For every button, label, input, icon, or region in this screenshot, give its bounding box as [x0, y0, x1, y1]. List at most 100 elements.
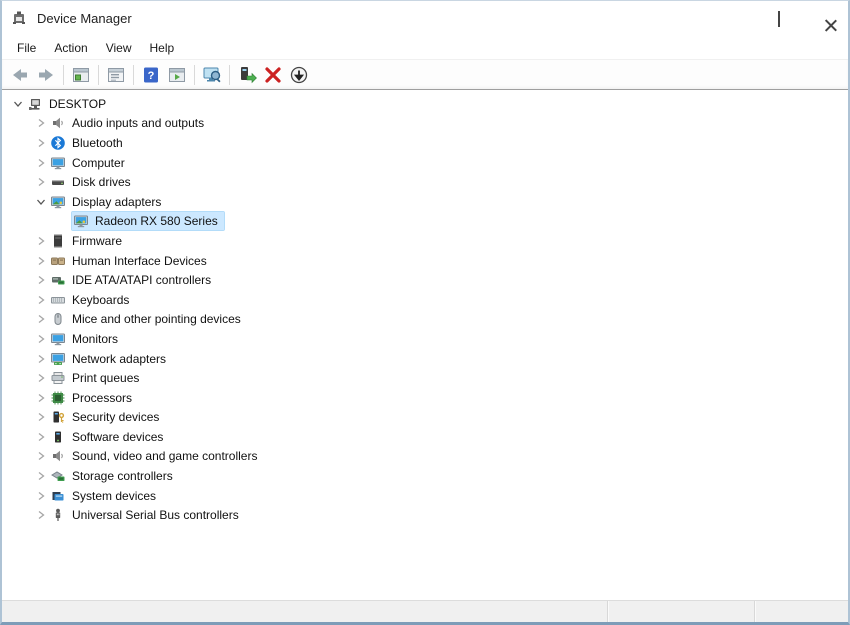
device-manager-window: Device Manager File Action View Help ? DESK… — [0, 0, 850, 625]
row-body[interactable]: Security devices — [49, 408, 165, 426]
row-body[interactable]: Software devices — [49, 428, 169, 446]
tree-item-network-adapters[interactable]: Network adapters — [2, 349, 848, 369]
row-body[interactable]: Mice and other pointing devices — [49, 310, 247, 328]
tree-item-universal-serial-bus-controllers[interactable]: Universal Serial Bus controllers — [2, 505, 848, 525]
chevron-right-icon[interactable] — [33, 311, 49, 327]
row-body[interactable]: IDE ATA/ATAPI controllers — [49, 271, 217, 289]
tree-item-keyboards[interactable]: Keyboards — [2, 290, 848, 310]
chevron-right-icon[interactable] — [33, 272, 49, 288]
close-button[interactable] — [802, 1, 848, 36]
firmware-chip-icon — [50, 233, 66, 249]
row-body[interactable]: Network adapters — [49, 350, 172, 368]
tree-item-sound-video-and-game-controllers[interactable]: Sound, video and game controllers — [2, 447, 848, 467]
back-button[interactable] — [7, 63, 33, 87]
row-body[interactable]: System devices — [49, 487, 162, 505]
tree-item-display-adapters[interactable]: Display adapters — [2, 192, 848, 212]
chevron-right-icon[interactable] — [33, 174, 49, 190]
tree-item-human-interface-devices[interactable]: Human Interface Devices — [2, 251, 848, 271]
menu-view[interactable]: View — [97, 38, 141, 58]
row-body[interactable]: Storage controllers — [49, 467, 179, 485]
chevron-right-icon[interactable] — [33, 448, 49, 464]
row-body[interactable]: Universal Serial Bus controllers — [49, 506, 245, 524]
status-segment-1 — [2, 601, 607, 622]
chevron-right-icon[interactable] — [33, 331, 49, 347]
tree-item-ide-ata-atapi-controllers[interactable]: IDE ATA/ATAPI controllers — [2, 270, 848, 290]
chevron-right-icon[interactable] — [33, 468, 49, 484]
row-body[interactable]: Audio inputs and outputs — [49, 114, 210, 132]
chevron-right-icon[interactable] — [33, 233, 49, 249]
scan-hardware-changes-button[interactable] — [199, 63, 225, 87]
status-segment-2 — [607, 601, 754, 622]
tree-item-monitors[interactable]: Monitors — [2, 329, 848, 349]
chevron-right-icon[interactable] — [33, 409, 49, 425]
tree-item-print-queues[interactable]: Print queues — [2, 368, 848, 388]
tree-item-storage-controllers[interactable]: Storage controllers — [2, 466, 848, 486]
tree-item-label: Universal Serial Bus controllers — [72, 508, 239, 523]
row-body[interactable]: Display adapters — [49, 193, 167, 211]
maximize-button[interactable] — [756, 1, 802, 36]
tree-item-processors[interactable]: Processors — [2, 388, 848, 408]
tree-item-system-devices[interactable]: System devices — [2, 486, 848, 506]
window-title: Device Manager — [37, 11, 132, 26]
show-action-pane-button[interactable] — [164, 63, 190, 87]
tree-item-disk-drives[interactable]: Disk drives — [2, 172, 848, 192]
toolbar-separator — [229, 64, 230, 85]
selected-row-body[interactable]: Radeon RX 580 Series — [71, 211, 225, 232]
row-body[interactable]: Monitors — [49, 330, 124, 348]
menu-action[interactable]: Action — [45, 38, 96, 58]
chevron-right-icon[interactable] — [33, 429, 49, 445]
row-body[interactable]: Human Interface Devices — [49, 252, 213, 270]
row-body[interactable]: Computer — [49, 154, 131, 172]
chevron-right-icon[interactable] — [33, 115, 49, 131]
chevron-right-icon[interactable] — [33, 351, 49, 367]
row-body[interactable]: Keyboards — [49, 291, 135, 309]
toolbar-separator — [63, 64, 64, 85]
chevron-down-icon[interactable] — [10, 96, 26, 112]
chevron-right-icon[interactable] — [33, 253, 49, 269]
row-body[interactable]: DESKTOP — [26, 95, 112, 113]
tree-item-software-devices[interactable]: Software devices — [2, 427, 848, 447]
menu-file[interactable]: File — [8, 38, 45, 58]
chevron-down-icon[interactable] — [33, 194, 49, 210]
row-body[interactable]: Firmware — [49, 232, 128, 250]
tree-item-label: Display adapters — [72, 194, 162, 209]
tree-item-label: Bluetooth — [72, 135, 123, 150]
minimize-button[interactable] — [710, 1, 756, 36]
status-segment-3 — [754, 601, 848, 622]
display-adapter-icon — [50, 194, 66, 210]
tree-item-label: Software devices — [72, 429, 164, 444]
menu-help[interactable]: Help — [141, 38, 184, 58]
chevron-right-icon[interactable] — [33, 507, 49, 523]
forward-button[interactable] — [33, 63, 59, 87]
tree-item-computer[interactable]: Computer — [2, 153, 848, 173]
uninstall-device-button[interactable] — [260, 63, 286, 87]
tree-item-bluetooth[interactable]: Bluetooth — [2, 133, 848, 153]
tree-item-desktop[interactable]: DESKTOP — [2, 94, 848, 114]
help-button[interactable]: ? — [138, 63, 164, 87]
tree-item-label: Network adapters — [72, 351, 167, 366]
tree-item-security-devices[interactable]: Security devices — [2, 408, 848, 428]
disable-device-button[interactable] — [286, 63, 312, 87]
hid-icon — [50, 253, 66, 269]
row-body[interactable]: Processors — [49, 389, 138, 407]
chevron-right-icon[interactable] — [33, 292, 49, 308]
tree-item-label: DESKTOP — [49, 96, 107, 111]
update-driver-button[interactable] — [234, 63, 260, 87]
row-body[interactable]: Print queues — [49, 369, 145, 387]
tree-item-firmware[interactable]: Firmware — [2, 231, 848, 251]
show-console-tree-button[interactable] — [68, 63, 94, 87]
properties-button[interactable] — [103, 63, 129, 87]
back-arrow-icon — [10, 65, 30, 85]
tree-item-mice-and-other-pointing-devices[interactable]: Mice and other pointing devices — [2, 310, 848, 330]
row-body[interactable]: Sound, video and game controllers — [49, 447, 263, 465]
chevron-right-icon[interactable] — [33, 135, 49, 151]
tree-item-audio-inputs-and-outputs[interactable]: Audio inputs and outputs — [2, 114, 848, 134]
row-body[interactable]: Bluetooth — [49, 134, 129, 152]
chevron-right-icon[interactable] — [33, 370, 49, 386]
row-body[interactable]: Disk drives — [49, 173, 137, 191]
tree-item-radeon-rx-580-series[interactable]: Radeon RX 580 Series — [2, 211, 848, 232]
chevron-right-icon[interactable] — [33, 390, 49, 406]
title-bar: Device Manager — [2, 1, 848, 36]
chevron-right-icon[interactable] — [33, 488, 49, 504]
chevron-right-icon[interactable] — [33, 155, 49, 171]
